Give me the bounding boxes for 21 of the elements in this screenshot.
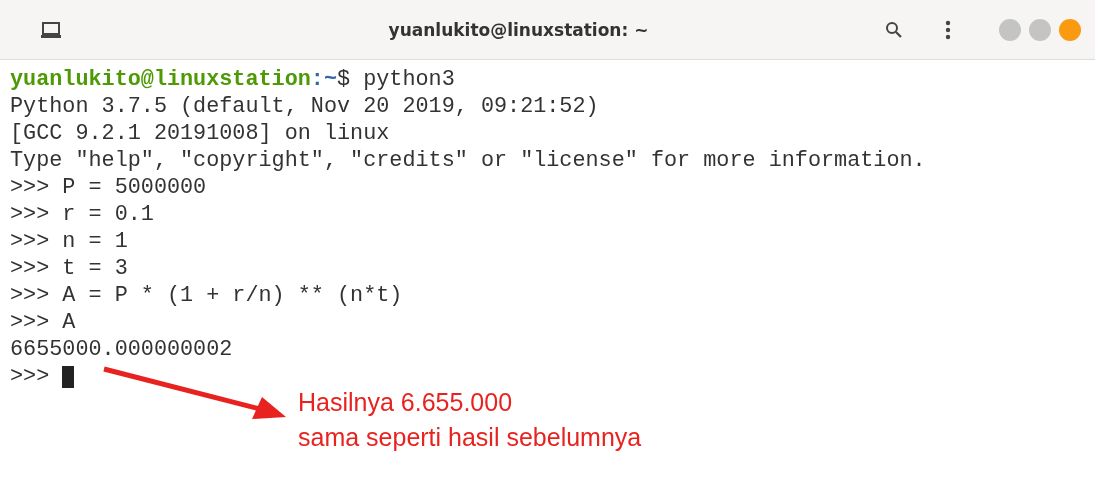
prompt-user: yuanlukito@linuxstation xyxy=(10,66,311,93)
output-line: >>> t = 3 xyxy=(10,255,128,282)
output-line: >>> P = 5000000 xyxy=(10,174,207,201)
output-line: >>> n = 1 xyxy=(10,228,128,255)
annotation-text: sama seperti hasil sebelumnya xyxy=(298,422,642,453)
prompt-path: :~ xyxy=(310,66,338,93)
terminal-icon[interactable] xyxy=(40,20,62,39)
output-line: [GCC 9.2.1 20191008] on linux xyxy=(10,120,390,147)
output-line: Python 3.7.5 (default, Nov 20 2019, 09:21:52) xyxy=(10,93,599,120)
python-prompt: >>> xyxy=(10,363,50,390)
text-cursor xyxy=(62,365,75,388)
menu-icon[interactable] xyxy=(945,19,951,40)
window-title: yuanlukito@linuxstation: ~ xyxy=(387,19,650,40)
command-text: $ python3 xyxy=(337,66,455,93)
output-line: 6655000.000000002 xyxy=(10,336,233,363)
search-icon[interactable] xyxy=(885,20,903,39)
output-line: >>> A xyxy=(10,309,76,336)
output-line: Type "help", "copyright", "credits" or "license" for more information. xyxy=(10,147,926,174)
output-line: >>> A = P * (1 + r/n) ** (n*t) xyxy=(10,282,403,309)
output-line: >>> r = 0.1 xyxy=(10,201,154,228)
annotation-text: Hasilnya 6.655.000 xyxy=(298,387,514,418)
